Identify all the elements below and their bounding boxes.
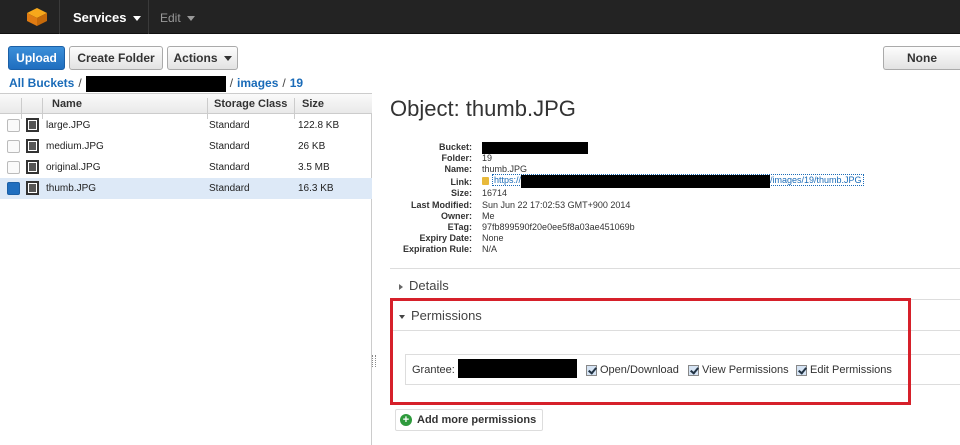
- lock-icon: [482, 176, 489, 185]
- upload-button[interactable]: Upload: [8, 46, 65, 70]
- file-icon: [26, 160, 39, 174]
- link-prefix: https://: [494, 175, 522, 185]
- prop-value-size: 16714: [482, 188, 508, 199]
- panel-resize-handle[interactable]: [372, 355, 376, 367]
- storage-class: Standard: [209, 183, 250, 194]
- chevron-down-icon: [132, 16, 141, 22]
- object-title: Object: thumb.JPG: [390, 96, 576, 121]
- create-folder-button[interactable]: Create Folder: [69, 46, 163, 70]
- file-icon: [26, 118, 39, 132]
- column-header-size[interactable]: Size: [302, 98, 324, 110]
- plus-circle-icon: +: [400, 414, 412, 426]
- actions-label: Actions: [173, 51, 218, 65]
- prop-key-expiration-rule: Expiration Rule:: [402, 244, 472, 255]
- prop-value-owner: Me: [482, 210, 495, 221]
- add-more-permissions-label: Add more permissions: [417, 414, 537, 426]
- file-size: 26 KB: [298, 141, 326, 152]
- table-row-selected[interactable]: thumb.JPG Standard 16.3 KB: [0, 178, 372, 199]
- prop-key-etag: ETag:: [447, 222, 472, 232]
- file-size: 3.5 MB: [298, 162, 330, 173]
- breadcrumb-19[interactable]: 19: [290, 76, 303, 90]
- breadcrumb-images[interactable]: images: [237, 76, 278, 90]
- prop-value-link: https:// /images/19/thumb.JPG: [482, 174, 864, 188]
- breadcrumb-separator: /: [282, 76, 286, 91]
- file-name[interactable]: medium.JPG: [46, 141, 104, 152]
- file-name[interactable]: thumb.JPG: [46, 183, 96, 194]
- object-link[interactable]: https:// /images/19/thumb.JPG: [492, 174, 864, 188]
- prop-value-folder: 19: [482, 153, 493, 164]
- prop-value-etag: 97fb899590f20e0ee5f8a03ae451069b: [482, 222, 635, 232]
- breadcrumb-separator: /: [229, 76, 234, 91]
- row-checkbox[interactable]: [7, 140, 20, 153]
- redacted-bucket-name[interactable]: [85, 76, 226, 92]
- prop-value-expiration-rule: N/A: [482, 244, 498, 255]
- none-button[interactable]: None: [883, 46, 960, 70]
- row-checkbox[interactable]: [7, 161, 20, 174]
- file-list-header: Name Storage Class Size: [0, 93, 372, 119]
- highlight-annotation-box: [390, 298, 911, 405]
- file-size: 16.3 KB: [298, 183, 334, 194]
- divider: [390, 268, 960, 269]
- table-row[interactable]: original.JPG Standard 3.5 MB: [0, 157, 372, 178]
- column-header-storage-class[interactable]: Storage Class: [214, 98, 287, 110]
- chevron-down-icon: [223, 55, 232, 61]
- breadcrumb: All Buckets / / images/19: [9, 76, 303, 92]
- details-section-toggle[interactable]: Details: [399, 278, 449, 293]
- storage-class: Standard: [209, 162, 250, 173]
- column-header-name[interactable]: Name: [52, 98, 82, 110]
- redacted-link-host: [521, 175, 771, 188]
- prop-key-owner: Owner:: [440, 210, 472, 221]
- storage-class: Standard: [209, 120, 250, 131]
- prop-key-last-modified: Last Modified:: [411, 199, 472, 210]
- link-path: /images/19/thumb.JPG: [770, 175, 862, 185]
- table-row[interactable]: medium.JPG Standard 26 KB: [0, 136, 372, 157]
- row-checkbox[interactable]: [7, 119, 20, 132]
- chevron-down-icon: [186, 16, 195, 22]
- prop-key-expiry-date: Expiry Date:: [419, 233, 472, 244]
- file-size: 122.8 KB: [298, 120, 340, 131]
- prop-key-size: Size:: [450, 188, 472, 199]
- details-label: Details: [409, 278, 449, 293]
- actions-button[interactable]: Actions: [167, 46, 238, 70]
- prop-key-bucket: Bucket:: [438, 142, 472, 152]
- prop-value-expiry-date: None: [482, 233, 504, 244]
- add-more-permissions-button[interactable]: + Add more permissions: [395, 409, 544, 431]
- prop-key-folder: Folder:: [441, 153, 473, 164]
- caret-right-icon: [399, 283, 403, 290]
- top-nav-bar: Services Edit: [0, 0, 960, 34]
- divider: [59, 0, 60, 34]
- redacted-bucket-value: [482, 142, 588, 154]
- breadcrumb-all-buckets[interactable]: All Buckets: [9, 76, 74, 90]
- edit-label: Edit: [160, 11, 181, 25]
- aws-cube-logo-icon[interactable]: [26, 7, 48, 27]
- storage-class: Standard: [209, 141, 250, 152]
- file-list: Name Storage Class Size large.JPG Standa…: [0, 93, 372, 445]
- breadcrumb-separator: /: [78, 76, 82, 91]
- file-icon: [26, 139, 39, 153]
- prop-key-name: Name:: [444, 164, 472, 175]
- prop-value-last-modified: Sun Jun 22 17:02:53 GMT+900 2014: [482, 199, 631, 210]
- prop-key-link: Link:: [450, 177, 473, 187]
- divider: [148, 0, 149, 34]
- file-name[interactable]: large.JPG: [46, 120, 90, 131]
- row-checkbox[interactable]: [7, 182, 20, 195]
- services-menu[interactable]: Services: [73, 10, 141, 25]
- prop-value-bucket: [482, 142, 588, 154]
- table-row[interactable]: large.JPG Standard 122.8 KB: [0, 115, 372, 136]
- services-label: Services: [73, 10, 127, 25]
- edit-menu[interactable]: Edit: [160, 11, 195, 25]
- file-icon: [26, 181, 39, 195]
- file-name[interactable]: original.JPG: [46, 162, 100, 173]
